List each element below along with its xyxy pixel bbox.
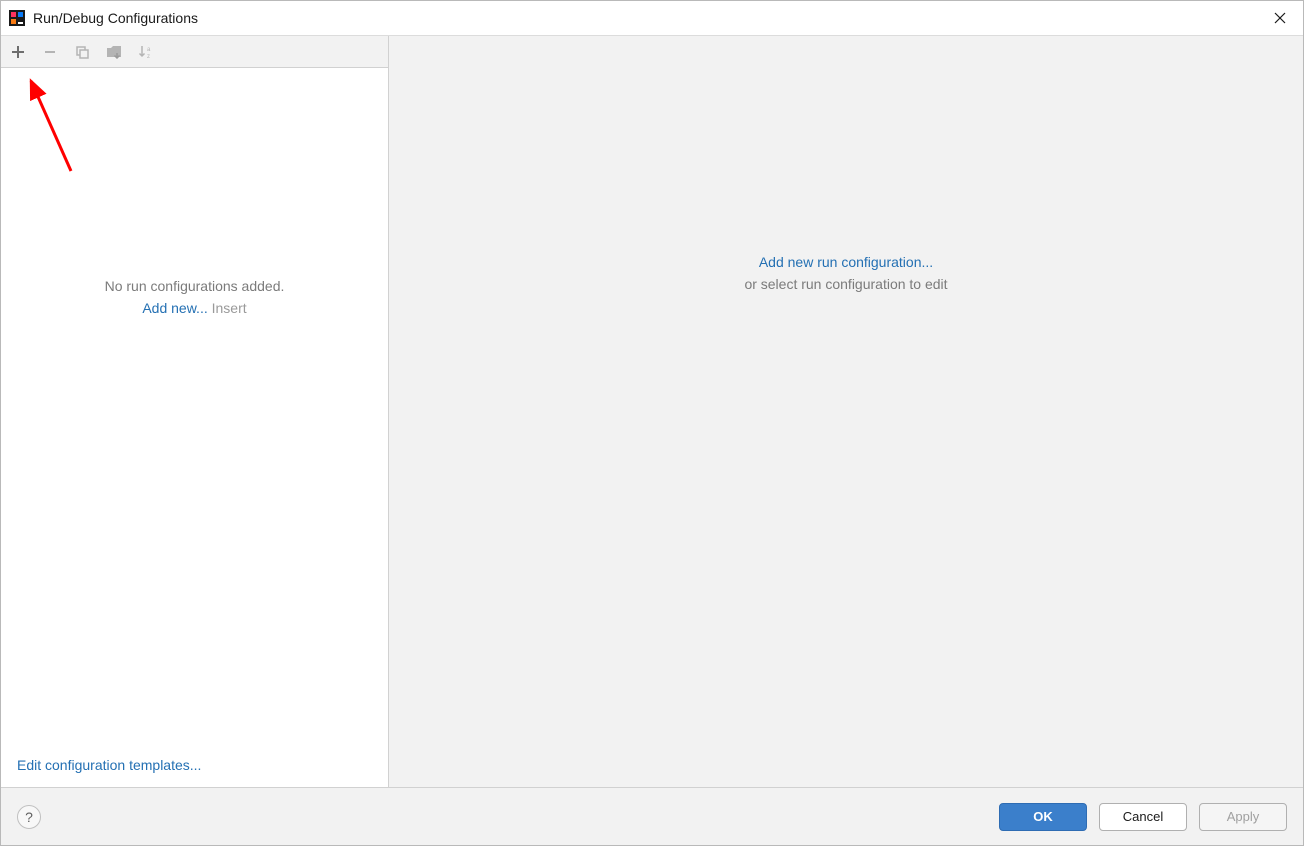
configurations-empty-state: No run configurations added. Add new... … [1,278,388,316]
dialog-body: a z No run configurations added. Add new… [1,36,1303,787]
cancel-button[interactable]: Cancel [1099,803,1187,831]
add-new-shortcut-hint: Insert [208,300,247,316]
copy-configuration-button[interactable] [71,41,93,63]
configurations-list: No run configurations added. Add new... … [1,68,388,747]
folder-icon [106,45,122,59]
minus-icon [43,45,57,59]
apply-button[interactable]: Apply [1199,803,1287,831]
configurations-panel: a z No run configurations added. Add new… [1,36,389,787]
dialog-title: Run/Debug Configurations [33,10,198,26]
intellij-app-icon [9,10,25,26]
remove-configuration-button[interactable] [39,41,61,63]
help-button[interactable]: ? [17,805,41,829]
configurations-footer: Edit configuration templates... [1,747,388,787]
title-bar: Run/Debug Configurations [1,1,1303,36]
run-debug-configurations-dialog: Run/Debug Configurations [0,0,1304,846]
sort-configurations-button[interactable]: a z [135,41,157,63]
plus-icon [11,45,25,59]
configuration-editor-panel: Add new run configuration... or select r… [389,36,1303,787]
empty-state-message: No run configurations added. [1,278,388,294]
configurations-toolbar: a z [1,36,388,68]
ok-button[interactable]: OK [999,803,1087,831]
editor-empty-state: Add new run configuration... or select r… [389,254,1303,292]
save-configuration-button[interactable] [103,41,125,63]
help-icon: ? [25,809,33,825]
add-new-run-configuration-link[interactable]: Add new run configuration... [759,254,933,270]
edit-templates-link[interactable]: Edit configuration templates... [17,757,201,773]
add-new-link[interactable]: Add new... [142,300,207,316]
svg-text:z: z [147,54,150,59]
copy-icon [75,45,89,59]
editor-empty-subtext: or select run configuration to edit [389,276,1303,292]
sort-icon: a z [138,45,154,59]
dialog-button-bar: ? OK Cancel Apply [1,787,1303,845]
close-button[interactable] [1265,3,1295,33]
add-configuration-button[interactable] [7,41,29,63]
svg-text:a: a [147,47,151,53]
close-icon [1274,12,1286,24]
